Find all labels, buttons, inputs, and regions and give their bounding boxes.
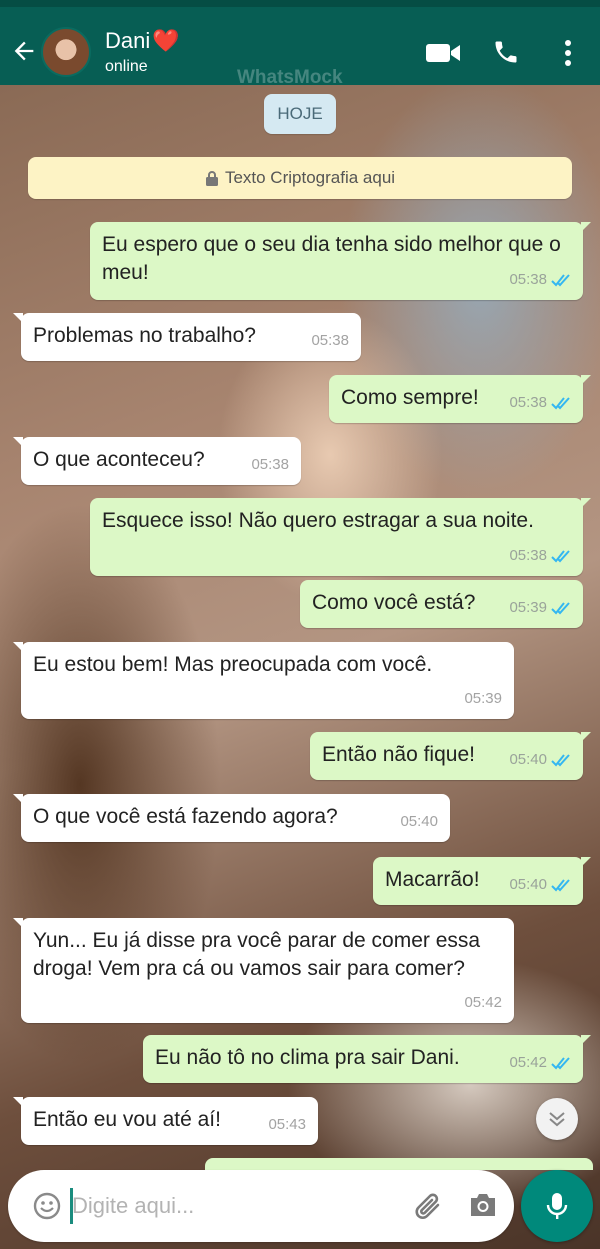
message-text: Eu estou bem! Mas preocupada com você. (33, 653, 433, 676)
lock-icon (205, 171, 218, 186)
message-time: 05:42 (509, 1054, 547, 1071)
chat-header: Dani❤️ online WhatsMock (0, 0, 600, 88)
watermark: WhatsMock (237, 67, 343, 88)
message-bubble-incoming[interactable]: Então eu vou até aí! 05:43 (13, 1097, 318, 1145)
message-text: Esquece isso! Não quero estragar a sua n… (102, 509, 534, 532)
read-ticks-icon (551, 754, 570, 767)
message-text: O que aconteceu? (33, 448, 205, 471)
message-bubble-incoming[interactable]: O que você está fazendo agora? 05:40 (13, 794, 450, 842)
encryption-notice[interactable]: Texto Criptografia aqui (28, 157, 572, 199)
double-chevron-down-icon (549, 1112, 565, 1127)
message-bubble-outgoing[interactable]: Eu espero que o seu dia tenha sido melho… (90, 222, 591, 300)
read-ticks-icon (551, 1057, 570, 1070)
scroll-to-bottom-button[interactable] (536, 1098, 578, 1140)
encryption-text: Texto Criptografia aqui (224, 168, 396, 187)
camera-icon[interactable] (468, 1191, 498, 1219)
read-ticks-icon (551, 397, 570, 410)
avatar[interactable] (41, 27, 91, 77)
emoji-icon[interactable] (32, 1191, 62, 1221)
message-time: 05:39 (464, 690, 502, 707)
date-chip: HOJE (264, 94, 336, 134)
message-time: 05:40 (400, 813, 438, 830)
message-text: Yun... Eu já disse pra você parar de com… (33, 929, 481, 980)
message-text: Como você está? (312, 591, 476, 614)
read-ticks-icon (551, 879, 570, 892)
message-bubble-outgoing[interactable]: Macarrão! 05:40 (373, 857, 591, 905)
message-time: 05:38 (509, 271, 547, 288)
message-time: 05:38 (509, 394, 547, 411)
read-ticks-icon (551, 274, 570, 287)
message-time: 05:38 (251, 456, 289, 473)
back-arrow-icon[interactable] (10, 37, 38, 65)
read-ticks-icon (551, 550, 570, 563)
message-text: Eu não tô no clima pra sair Dani. (155, 1046, 460, 1069)
message-bubble-outgoing[interactable]: Como você está? 05:39 (300, 580, 583, 628)
message-bubble-incoming[interactable]: O que aconteceu? 05:38 (13, 437, 301, 485)
message-text: Eu espero que o seu dia tenha sido melho… (102, 233, 561, 284)
more-vert-icon[interactable] (562, 39, 574, 67)
message-text: Macarrão! (385, 868, 480, 891)
message-bubble-outgoing[interactable]: Esquece isso! Não quero estragar a sua n… (90, 498, 591, 576)
mic-button[interactable] (521, 1170, 593, 1242)
message-text: Como sempre! (341, 386, 479, 409)
message-composer (8, 1170, 514, 1242)
message-time: 05:39 (509, 599, 547, 616)
message-time: 05:40 (509, 876, 547, 893)
contact-name[interactable]: Dani❤️ (105, 28, 180, 54)
message-text: Então não fique! (322, 743, 475, 766)
attach-icon[interactable] (412, 1190, 446, 1224)
partial-message-bubble (205, 1158, 593, 1170)
message-bubble-outgoing[interactable]: Eu não tô no clima pra sair Dani. 05:42 (143, 1035, 591, 1083)
message-text: O que você está fazendo agora? (33, 805, 338, 828)
message-text: Então eu vou até aí! (33, 1108, 221, 1131)
contact-status: online (105, 58, 148, 75)
message-bubble-incoming[interactable]: Problemas no trabalho? 05:38 (13, 313, 361, 361)
phone-icon[interactable] (492, 38, 520, 66)
read-ticks-icon (551, 602, 570, 615)
message-bubble-outgoing[interactable]: Então não fique! 05:40 (310, 732, 591, 780)
message-text: Problemas no trabalho? (33, 324, 256, 347)
message-time: 05:38 (509, 547, 547, 564)
message-time: 05:43 (268, 1116, 306, 1133)
message-time: 05:38 (311, 332, 349, 349)
message-bubble-incoming[interactable]: Eu estou bem! Mas preocupada com você. 0… (13, 642, 514, 719)
message-time: 05:42 (464, 994, 502, 1011)
mic-icon (546, 1193, 568, 1219)
message-bubble-incoming[interactable]: Yun... Eu já disse pra você parar de com… (13, 918, 514, 1023)
message-bubble-outgoing[interactable]: Como sempre! 05:38 (329, 375, 591, 423)
message-time: 05:40 (509, 751, 547, 768)
message-input[interactable] (72, 1185, 392, 1227)
heart-emoji: ❤️ (152, 28, 180, 53)
video-call-icon[interactable] (425, 41, 461, 65)
